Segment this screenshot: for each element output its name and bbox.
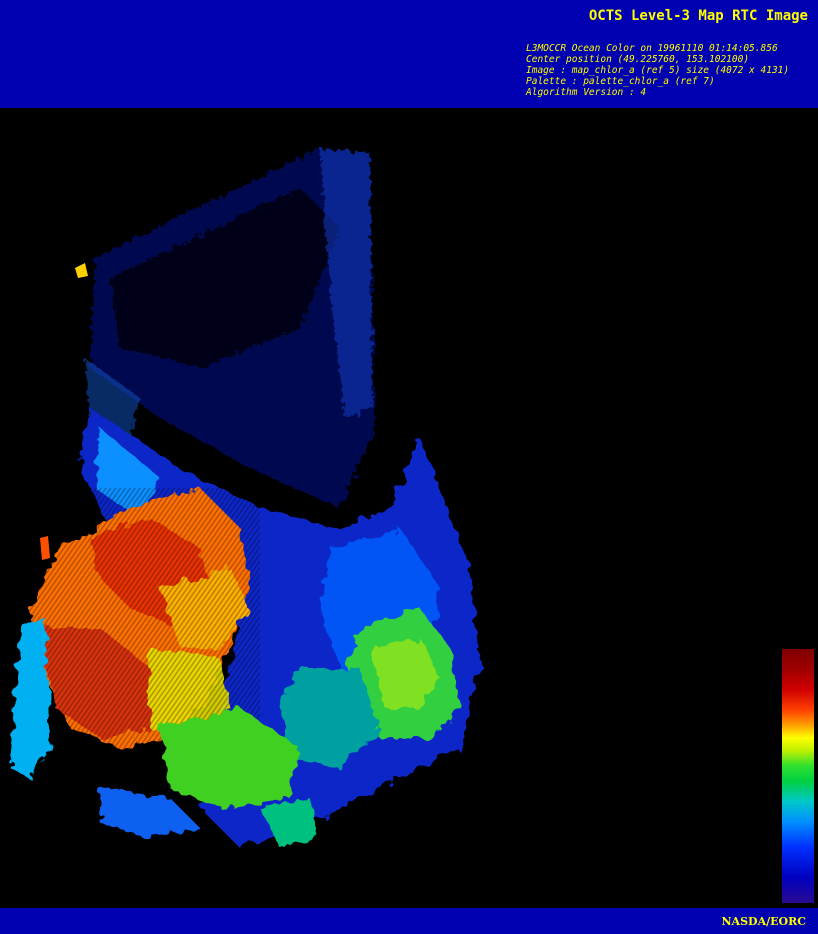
meta-line-center: Center position (49.225760, 153.102100)	[526, 54, 750, 65]
footer-bar: NASDA/EORC	[0, 908, 818, 934]
credit-label: NASDA/EORC	[721, 915, 807, 928]
meta-line-image: Image : map_chlor_a (ref 5) size (4072 x…	[526, 65, 790, 76]
meta-line-algorithm: Algorithm Version : 4	[526, 87, 647, 98]
meta-line-product: L3MOCCR Ocean Color on 19961110 01:14:05…	[526, 43, 778, 54]
image-title: OCTS Level-3 Map RTC Image	[588, 8, 808, 24]
metadata-block: L3MOCCR Ocean Color on 19961110 01:14:05…	[526, 43, 789, 98]
satellite-scene	[10, 148, 480, 848]
meta-line-palette: Palette : palette_chlor_a (ref 7)	[526, 76, 715, 87]
colorbar-palette	[782, 649, 814, 903]
speck-yellow	[75, 263, 88, 278]
header-bar: OCTS Level-3 Map RTC Image L3MOCCR Ocean…	[0, 0, 818, 108]
chlorophyll-map-image	[0, 108, 818, 908]
